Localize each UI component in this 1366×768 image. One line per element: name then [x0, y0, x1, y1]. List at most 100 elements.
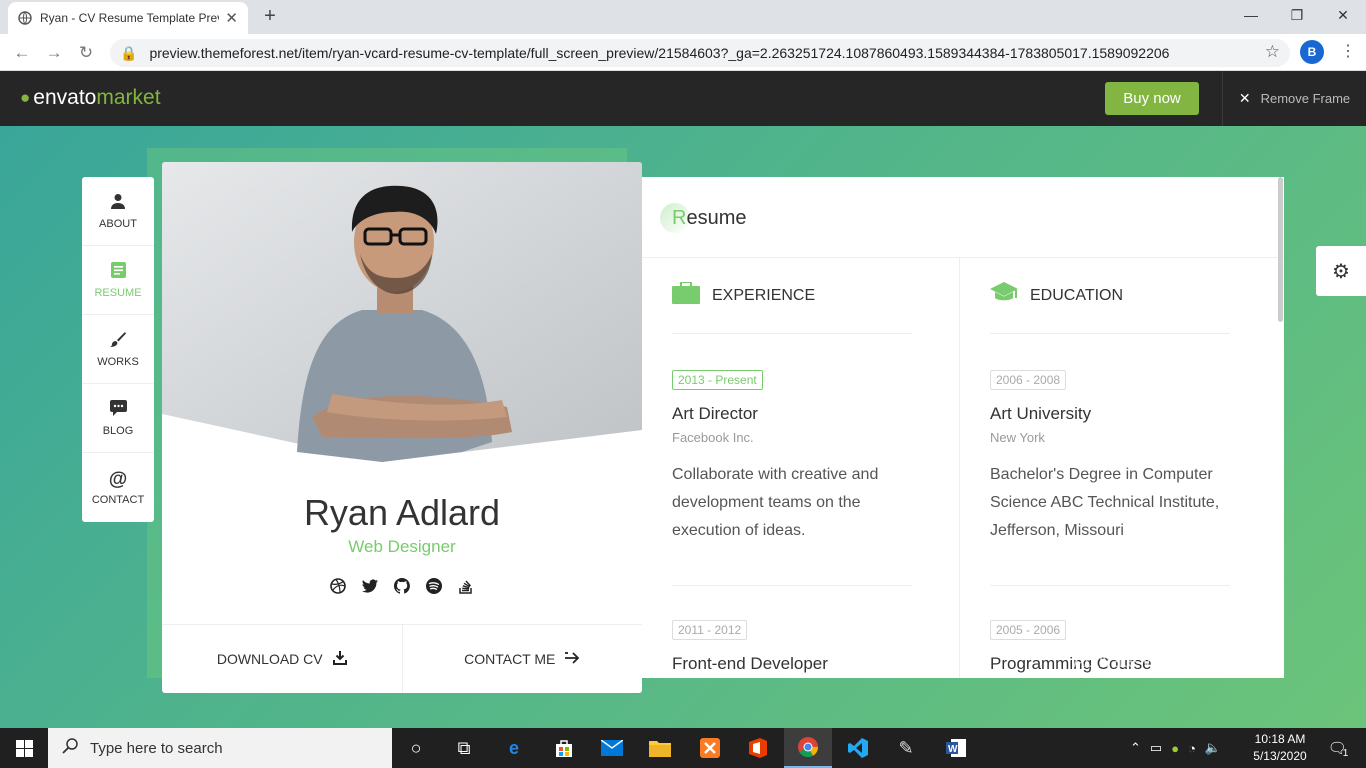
remove-frame-button[interactable]: ✕ Remove Frame [1222, 71, 1366, 126]
nav-label-about: ABOUT [99, 217, 137, 230]
divider [672, 585, 912, 586]
task-view-icon[interactable]: ⧉ [440, 728, 488, 768]
battery-icon[interactable]: ▭ [1150, 740, 1162, 756]
app-tray-icon[interactable]: ● [1171, 741, 1179, 756]
edge-icon[interactable]: e [490, 728, 538, 768]
github-icon[interactable] [393, 577, 411, 595]
search-placeholder: Type here to search [90, 739, 223, 757]
envato-logo[interactable]: ● envato market [20, 86, 161, 110]
chat-icon [109, 399, 127, 420]
search-icon [62, 738, 78, 758]
xampp-icon[interactable] [686, 728, 734, 768]
close-icon: ✕ [1238, 90, 1251, 106]
inkscape-icon[interactable]: ✎ [882, 728, 930, 768]
experience-entry: 2011 - 2012 Front-end Developer [672, 620, 932, 674]
download-cv-button[interactable]: DOWNLOAD CV [162, 625, 402, 693]
tab-title: Ryan - CV Resume Template Preview [40, 11, 219, 25]
wifi-icon[interactable]: ◔ [1188, 741, 1196, 756]
url-text: preview.themeforest.net/item/ryan-vcard-… [149, 45, 1170, 61]
education-heading: EDUCATION [990, 258, 1250, 333]
globe-icon [18, 11, 32, 25]
entry-description: Collaborate with creative and developmen… [672, 466, 879, 539]
restore-button[interactable]: ❐ [1274, 0, 1320, 30]
volume-icon[interactable]: 🔈 [1205, 740, 1221, 756]
back-button[interactable]: ← [10, 41, 34, 65]
scrollbar[interactable] [1278, 177, 1283, 322]
column-divider [959, 258, 960, 678]
remove-frame-label: Remove Frame [1260, 91, 1351, 106]
side-navigation: ABOUT RESUME WORKS BLOG @ CONTACT [82, 177, 154, 522]
mail-icon[interactable] [588, 728, 636, 768]
forward-button[interactable]: → [42, 41, 66, 65]
chrome-icon[interactable] [784, 728, 832, 768]
windows-taskbar: Type here to search ○ ⧉ e ✎ W ⌃ ▭ ● ◔ 🔈 … [0, 728, 1366, 768]
browser-tab[interactable]: Ryan - CV Resume Template Preview ✕ [8, 2, 248, 34]
url-field[interactable]: 🔒 preview.themeforest.net/item/ryan-vcar… [110, 39, 1290, 67]
spotify-icon[interactable] [425, 577, 443, 595]
twitter-icon[interactable] [361, 577, 379, 595]
graduation-cap-icon [990, 281, 1018, 310]
date-badge: 2006 - 2008 [990, 370, 1067, 390]
card-actions: DOWNLOAD CV CONTACT ME [162, 624, 642, 693]
resume-title-rest: esume [686, 207, 747, 229]
profile-avatar[interactable]: B [1300, 40, 1324, 64]
entry-description: Bachelor's Degree in Computer Science AB… [990, 466, 1220, 539]
download-cv-label: DOWNLOAD CV [216, 651, 323, 667]
leaf-icon: ● [20, 88, 31, 107]
experience-heading: EXPERIENCE [672, 258, 932, 333]
nav-item-works[interactable]: WORKS [82, 315, 154, 384]
experience-heading-label: EXPERIENCE [712, 286, 816, 304]
experience-column: EXPERIENCE 2013 - Present Art Director F… [672, 258, 932, 674]
buy-now-button[interactable]: Buy now [1105, 82, 1199, 115]
contact-me-button[interactable]: CONTACT ME [401, 625, 643, 693]
nav-item-about[interactable]: ABOUT [82, 177, 154, 246]
date-badge: 2013 - Present [672, 370, 763, 390]
new-tab-button[interactable]: + [260, 5, 280, 28]
nav-item-contact[interactable]: @ CONTACT [82, 453, 154, 522]
close-tab-icon[interactable]: ✕ [225, 9, 238, 27]
notification-count: 1 [1342, 747, 1349, 759]
stackoverflow-icon[interactable] [457, 577, 475, 595]
date-badge: 2011 - 2012 [672, 620, 748, 640]
entry-organization: New York [990, 430, 1045, 445]
bookmark-star-icon[interactable]: ☆ [1265, 42, 1280, 62]
dribbble-icon[interactable] [329, 577, 347, 595]
entry-organization: Facebook Inc. [672, 430, 754, 445]
minimize-button[interactable]: — [1228, 0, 1274, 30]
education-heading-label: EDUCATION [1030, 286, 1124, 304]
cortana-icon[interactable]: ○ [392, 728, 440, 768]
nav-label-resume: RESUME [94, 286, 142, 299]
nav-item-resume[interactable]: RESUME [82, 246, 154, 315]
office-icon[interactable] [734, 728, 782, 768]
address-bar-row: ← → ↻ 🔒 preview.themeforest.net/item/rya… [0, 34, 1366, 71]
browser-tab-bar: Ryan - CV Resume Template Preview ✕ + — … [0, 0, 1366, 34]
close-window-button[interactable]: ✕ [1320, 0, 1366, 30]
svg-text:W: W [948, 744, 958, 755]
at-icon: @ [108, 469, 128, 490]
document-icon [110, 261, 126, 282]
arrow-right-icon [565, 651, 580, 667]
menu-kebab-icon[interactable]: ⋮ [1340, 41, 1356, 61]
word-icon[interactable]: W [932, 728, 980, 768]
entry-title: Front-end Developer [672, 654, 828, 673]
store-icon[interactable] [540, 728, 588, 768]
reload-button[interactable]: ↻ [74, 41, 98, 65]
chevron-up-icon[interactable]: ⌃ [1130, 740, 1141, 756]
resume-title-first-letter: R [672, 207, 687, 229]
taskbar-search-box[interactable]: Type here to search [48, 728, 392, 768]
divider [672, 333, 912, 334]
profile-role: Web Designer [348, 537, 456, 556]
file-explorer-icon[interactable] [636, 728, 684, 768]
nav-label-contact: CONTACT [91, 494, 145, 506]
taskbar-clock[interactable]: 10:18 AM 5/13/2020 [1250, 731, 1310, 765]
settings-gear-icon[interactable]: ⚙ [1316, 246, 1366, 296]
nav-item-blog[interactable]: BLOG [82, 384, 154, 453]
profile-name: Ryan Adlard [303, 492, 501, 533]
notification-center-icon[interactable]: 🗨 1 [1320, 728, 1356, 768]
vscode-icon[interactable] [834, 728, 882, 768]
briefcase-icon [672, 280, 700, 310]
entry-title: Art University [990, 404, 1092, 423]
divider [990, 333, 1230, 334]
brush-icon [110, 331, 126, 351]
windows-start-icon[interactable] [0, 728, 48, 768]
